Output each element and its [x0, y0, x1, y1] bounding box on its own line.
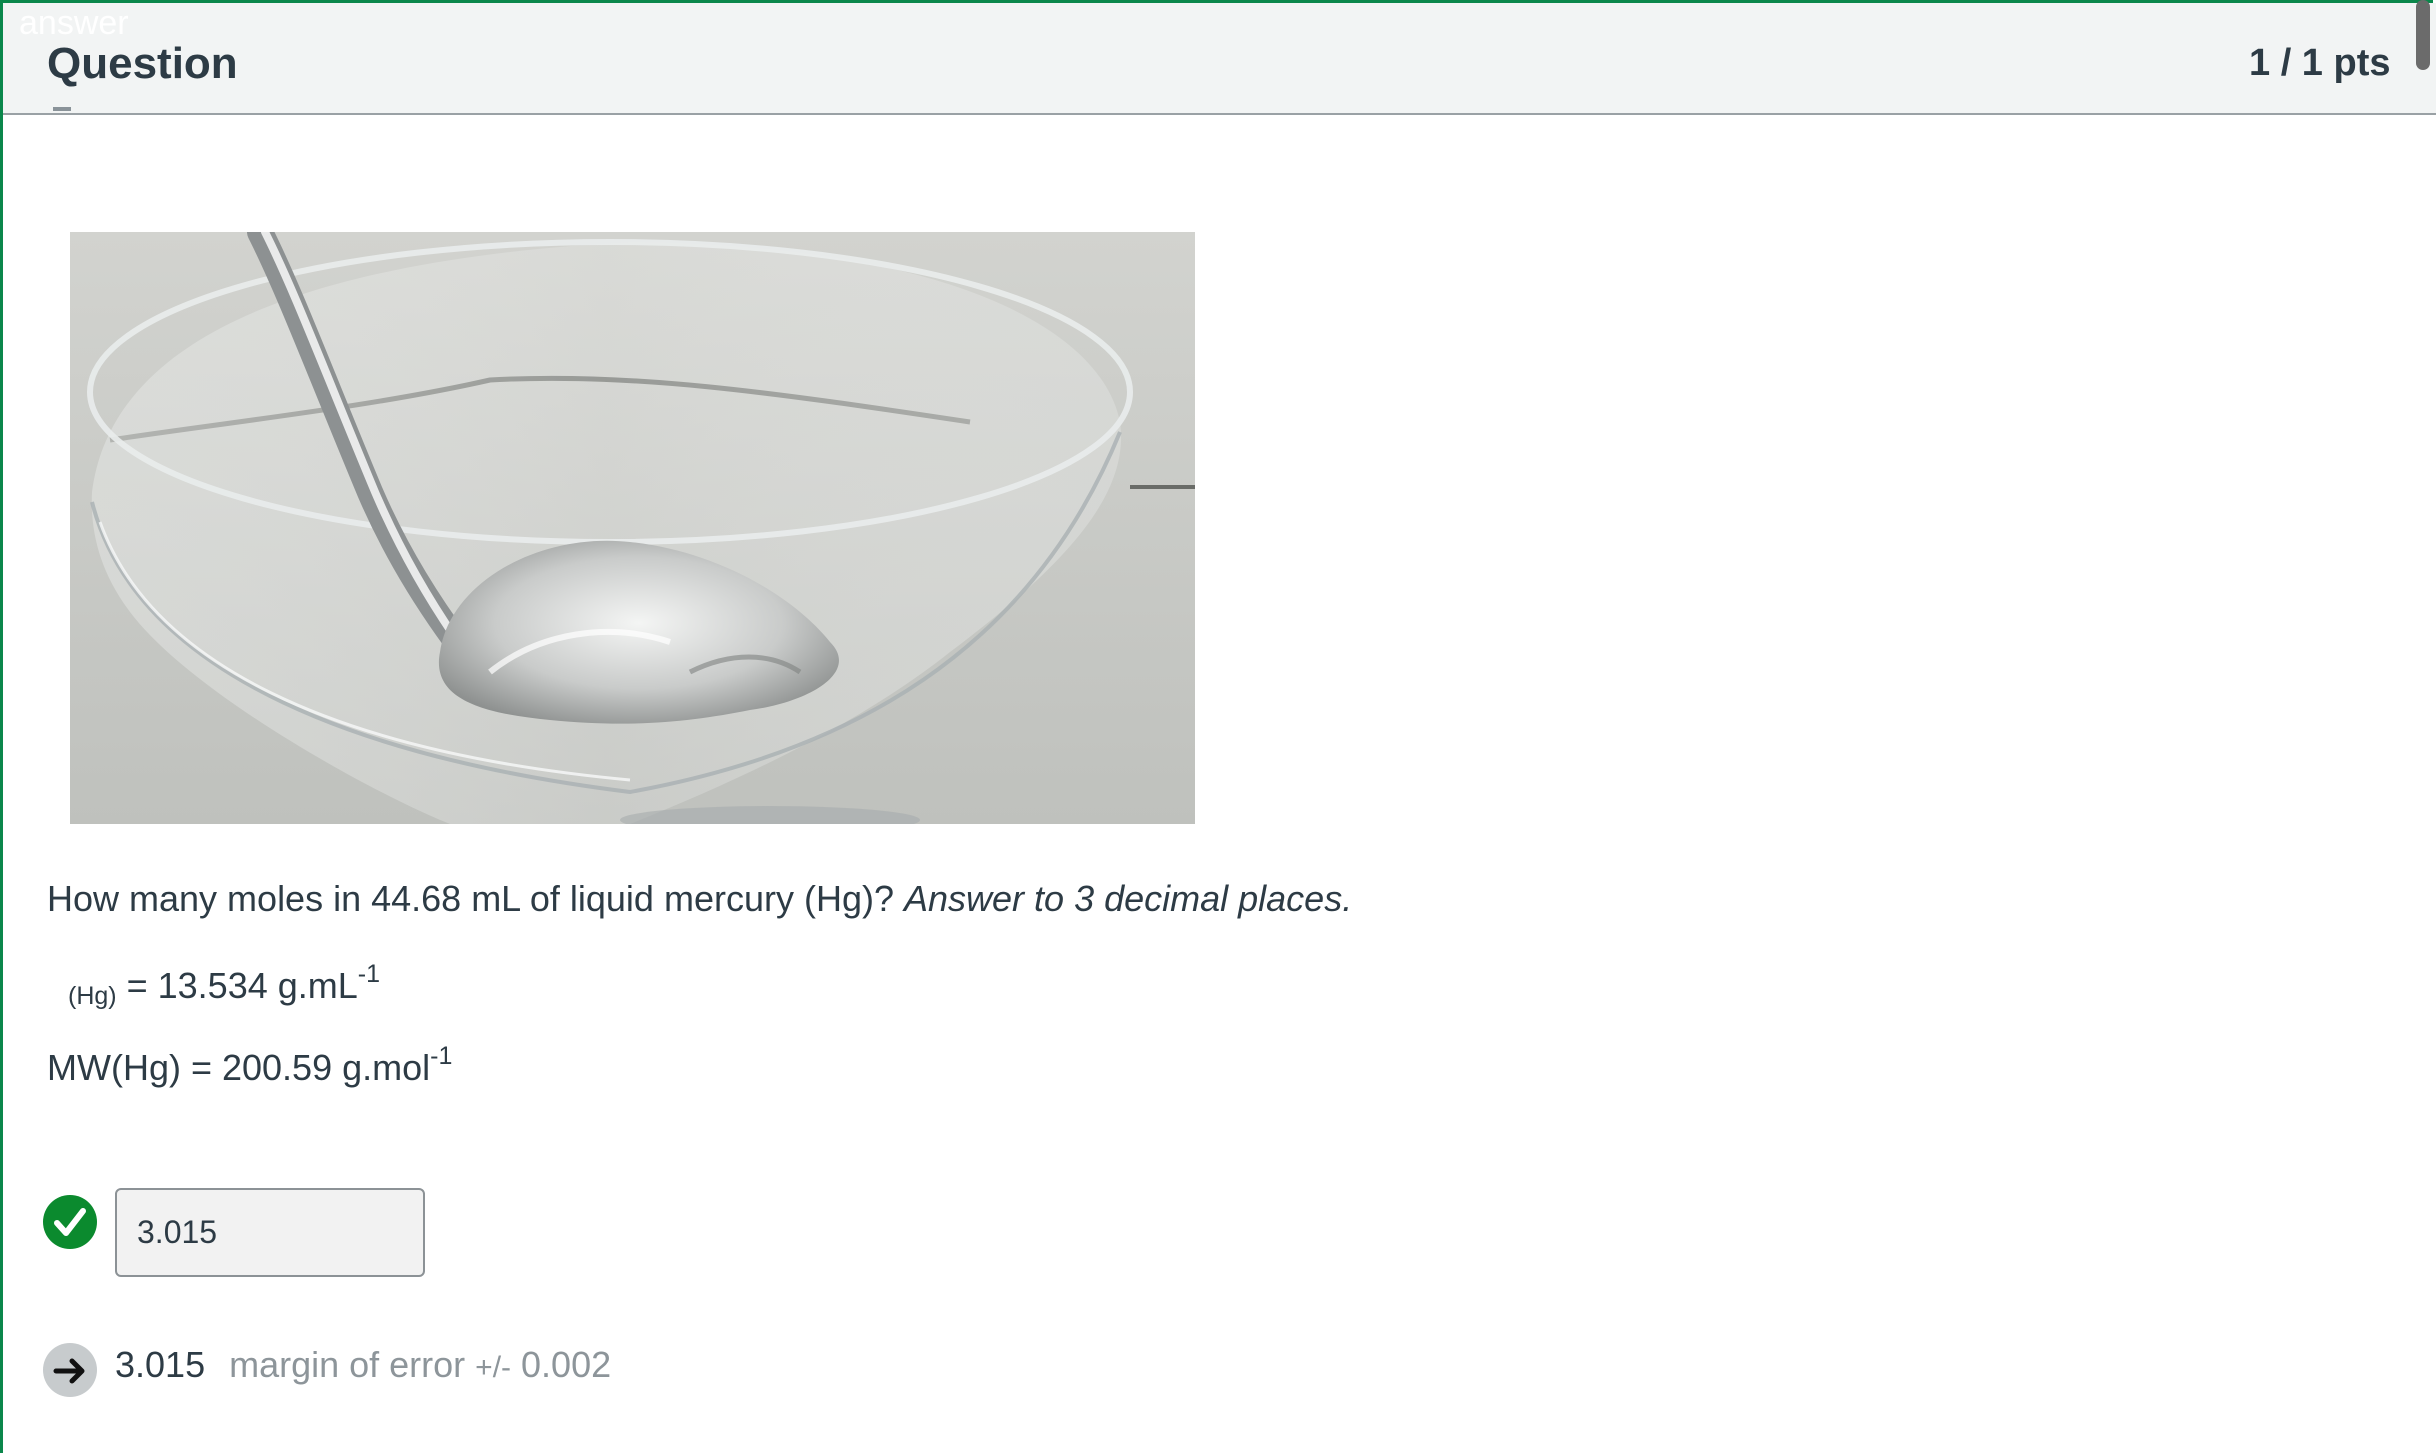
question-text: How many moles in 44.68 mL of liquid mer… [47, 878, 1352, 920]
points-label: 1 / 1 pts [2249, 42, 2391, 84]
density-equation: (Hg) = 13.534 g.mL-1 [68, 960, 380, 1011]
question-title: Question [47, 39, 238, 88]
question-main-text: How many moles in 44.68 mL of liquid mer… [47, 878, 904, 919]
margin-value: 0.002 [511, 1344, 612, 1385]
margin-label: margin of error +/- 0.002 [229, 1344, 611, 1385]
molar-mass-value: MW(Hg) = 200.59 g.mol [47, 1047, 431, 1088]
density-subscript: (Hg) [68, 982, 117, 1010]
margin-symbol: +/- [475, 1351, 512, 1384]
check-circle-icon [42, 1194, 98, 1250]
hidden-answer-label: answer [19, 4, 129, 42]
answer-input[interactable]: 3.015 [115, 1188, 425, 1277]
arrow-right-circle-icon [42, 1342, 98, 1398]
density-superscript: -1 [357, 960, 381, 988]
title-underline [53, 107, 71, 111]
correct-answer-line: 3.015 margin of error +/- 0.002 [115, 1344, 611, 1386]
question-instruction: Answer to 3 decimal places. [904, 878, 1353, 919]
molar-mass-superscript: -1 [430, 1042, 453, 1070]
molar-mass-equation: MW(Hg) = 200.59 g.mol-1 [47, 1042, 452, 1089]
correct-answer-value: 3.015 [115, 1344, 206, 1385]
mercury-pour-image [70, 232, 1195, 824]
question-header: answer Question 1 / 1 pts [3, 3, 2436, 115]
scrollbar-thumb[interactable] [2416, 0, 2430, 70]
margin-label-text: margin of error [229, 1344, 476, 1385]
density-value: = 13.534 g.mL [116, 965, 358, 1006]
